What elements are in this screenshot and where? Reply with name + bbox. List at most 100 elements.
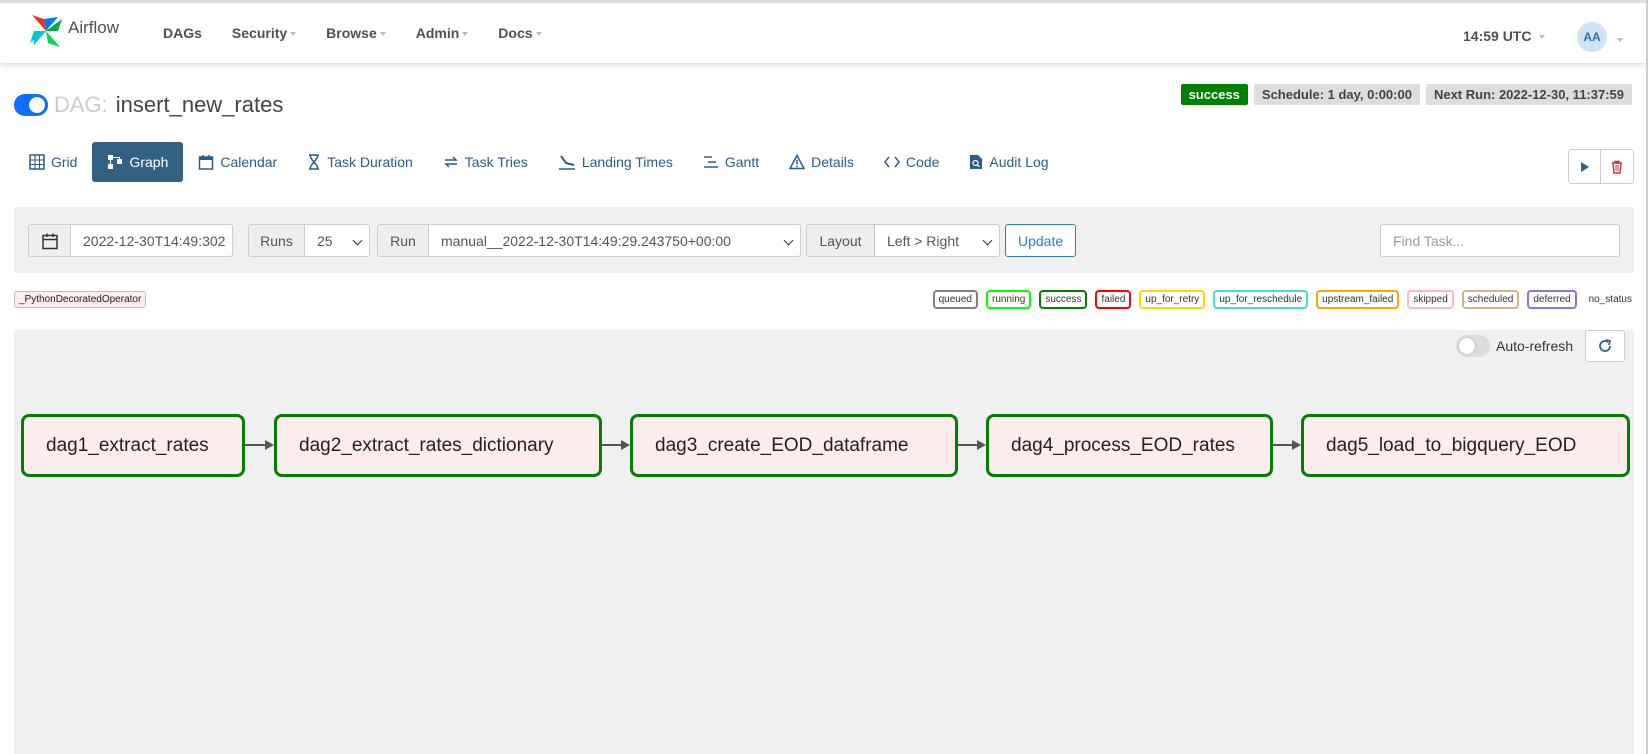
operator-legend-item[interactable]: _PythonDecoratedOperator xyxy=(14,291,147,308)
tab-calendar[interactable]: Calendar xyxy=(183,142,292,182)
tab-details-label: Details xyxy=(811,154,854,170)
airflow-logo[interactable]: Airflow xyxy=(28,13,119,49)
dag-badges: success Schedule: 1 day, 0:00:00 Next Ru… xyxy=(1180,84,1632,105)
task-node-dag2[interactable]: dag2_extract_rates_dictionary xyxy=(274,414,602,477)
graph-toolbar: 2022-12-30T14:49:302 Runs 25 Run manual_… xyxy=(14,207,1634,273)
base-date-input[interactable]: 2022-12-30T14:49:302 xyxy=(70,224,233,257)
run-label: Run xyxy=(377,224,429,257)
date-picker-button[interactable] xyxy=(28,224,71,257)
tab-gantt[interactable]: Gantt xyxy=(688,142,774,182)
legend-up-for-retry[interactable]: up_for_retry xyxy=(1139,290,1206,309)
top-navbar: Airflow DAGs Security Browse Admin Docs … xyxy=(0,0,1648,63)
tab-task-duration-label: Task Duration xyxy=(327,154,413,170)
chevron-down-icon xyxy=(535,32,542,36)
task-node-dag1[interactable]: dag1_extract_rates xyxy=(21,414,245,477)
code-icon xyxy=(883,156,900,168)
chevron-down-icon xyxy=(982,235,993,246)
tab-code-label: Code xyxy=(905,154,940,170)
arrow-icon xyxy=(977,440,986,450)
nav-dags[interactable]: DAGs xyxy=(163,25,202,41)
auto-refresh-switch[interactable] xyxy=(1456,335,1490,357)
dag-pause-toggle[interactable] xyxy=(14,94,48,116)
task-node-dag3[interactable]: dag3_create_EOD_dataframe xyxy=(630,414,958,477)
graph-canvas[interactable] xyxy=(14,330,1634,754)
legend-running[interactable]: running xyxy=(986,290,1032,309)
refresh-icon xyxy=(1599,339,1612,352)
legend-up-for-reschedule[interactable]: up_for_reschedule xyxy=(1213,290,1309,309)
delete-dag-button[interactable] xyxy=(1601,149,1634,184)
chevron-down-icon xyxy=(352,235,363,246)
legend-scheduled[interactable]: scheduled xyxy=(1461,290,1520,309)
tab-code[interactable]: Code xyxy=(869,142,954,182)
base-date-value: 2022-12-30T14:49:302 xyxy=(83,232,226,249)
tab-task-duration[interactable]: Task Duration xyxy=(292,142,428,182)
layout-select-value: Left > Right xyxy=(887,232,959,249)
toggle-knob xyxy=(29,97,45,113)
retry-icon xyxy=(443,156,458,168)
layout-label: Layout xyxy=(806,224,875,257)
status-badge: success xyxy=(1180,84,1248,105)
gantt-icon xyxy=(703,156,718,168)
tab-grid[interactable]: Grid xyxy=(14,142,92,182)
legend-skipped[interactable]: skipped xyxy=(1407,290,1454,309)
tab-details[interactable]: Details xyxy=(774,142,869,182)
tab-graph[interactable]: Graph xyxy=(92,142,184,182)
chevron-down-icon xyxy=(462,32,469,36)
run-select-value: manual__2022-12-30T14:49:29.243750+00:00 xyxy=(441,232,731,249)
dag-actions xyxy=(1568,149,1634,184)
chevron-down-icon xyxy=(1617,38,1623,42)
task-node-dag4[interactable]: dag4_process_EOD_rates xyxy=(986,414,1273,477)
legend-deferred[interactable]: deferred xyxy=(1527,290,1577,309)
update-button[interactable]: Update xyxy=(1005,224,1077,257)
landing-icon xyxy=(558,155,575,170)
state-legend: queued running success failed up_for_ret… xyxy=(932,290,1632,309)
refresh-button[interactable] xyxy=(1585,330,1625,362)
next-run-badge: Next Run: 2022-12-30, 11:37:59 xyxy=(1425,84,1632,105)
dag-name: insert_new_rates xyxy=(115,92,284,117)
task-node-dag5[interactable]: dag5_load_to_bigquery_EOD xyxy=(1301,414,1630,477)
run-label-text: Run xyxy=(390,232,416,249)
nav-browse[interactable]: Browse xyxy=(326,25,386,41)
find-task-input[interactable]: Find Task... xyxy=(1380,224,1620,257)
nav-security[interactable]: Security xyxy=(231,25,297,41)
runs-label-text: Runs xyxy=(260,232,293,249)
tab-task-tries[interactable]: Task Tries xyxy=(428,142,543,182)
trigger-dag-button[interactable] xyxy=(1568,149,1601,184)
runs-select[interactable]: 25 xyxy=(304,224,370,257)
runs-label: Runs xyxy=(248,224,305,257)
edge-line xyxy=(602,444,622,446)
tab-landing-times[interactable]: Landing Times xyxy=(543,142,688,182)
legend-success[interactable]: success xyxy=(1039,290,1088,309)
calendar-icon xyxy=(199,155,214,170)
legend-queued[interactable]: queued xyxy=(932,290,978,309)
nav-docs[interactable]: Docs xyxy=(498,25,542,41)
chevron-down-icon xyxy=(379,32,386,36)
tab-task-tries-label: Task Tries xyxy=(464,154,528,170)
legend-upstream-failed[interactable]: upstream_failed xyxy=(1316,290,1400,309)
legend-failed[interactable]: failed xyxy=(1095,290,1132,309)
nav-admin[interactable]: Admin xyxy=(416,25,469,41)
layout-label-text: Layout xyxy=(819,232,862,249)
document-search-icon xyxy=(970,155,983,169)
tab-grid-label: Grid xyxy=(51,154,78,170)
pinwheel-icon xyxy=(30,15,62,47)
layout-select[interactable]: Left > Right xyxy=(874,224,1000,257)
nav-docs-label: Docs xyxy=(498,25,533,41)
tab-landing-times-label: Landing Times xyxy=(581,154,673,170)
timezone-clock[interactable]: 14:59 UTC xyxy=(1463,28,1546,44)
chevron-down-icon xyxy=(290,32,297,36)
dag-prefix: DAG: xyxy=(54,92,108,117)
chevron-down-icon xyxy=(1539,35,1546,39)
tab-audit-log[interactable]: Audit Log xyxy=(954,142,1063,182)
nav-dags-label: DAGs xyxy=(163,25,202,41)
edge-line xyxy=(245,444,267,446)
run-select[interactable]: manual__2022-12-30T14:49:29.243750+00:00 xyxy=(428,224,801,257)
warning-triangle-icon xyxy=(789,154,806,170)
nav-security-label: Security xyxy=(231,25,288,41)
legend-no-status[interactable]: no_status xyxy=(1589,294,1632,305)
chevron-down-icon xyxy=(783,235,794,246)
play-icon xyxy=(1580,161,1589,172)
auto-refresh-toggle[interactable]: Auto-refresh xyxy=(1456,335,1573,357)
tab-audit-log-label: Audit Log xyxy=(989,154,1049,170)
user-avatar[interactable]: AA xyxy=(1577,22,1607,52)
